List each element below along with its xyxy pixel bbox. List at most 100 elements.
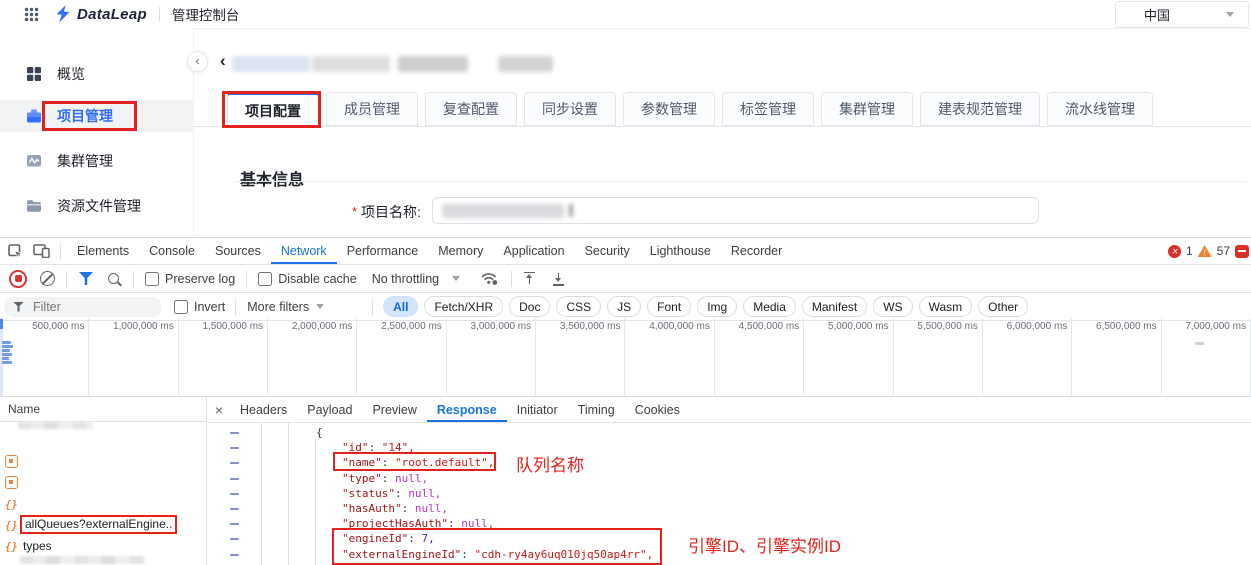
response-tab[interactable]: Timing — [568, 397, 625, 422]
devtools-tab[interactable]: Lighthouse — [640, 238, 721, 264]
request-row[interactable] — [0, 472, 206, 493]
request-row[interactable] — [0, 451, 206, 472]
network-conditions-icon[interactable] — [480, 271, 499, 286]
warning-badge-icon[interactable] — [1197, 245, 1212, 257]
content-tab-label: 标签管理 — [740, 101, 796, 117]
chevron-down-icon[interactable] — [316, 304, 325, 309]
sidebar-item-resource-files[interactable]: 资源文件管理 — [0, 190, 193, 222]
export-har-icon[interactable] — [552, 272, 565, 286]
devtools-tab[interactable]: Performance — [337, 238, 429, 264]
devtools-tab-label: Application — [503, 244, 565, 258]
close-icon[interactable]: × — [208, 397, 230, 422]
sidebar-item-cluster-management[interactable]: 集群管理 — [0, 145, 193, 177]
request-type-pill[interactable]: WS — [873, 296, 913, 317]
request-type-pill[interactable]: All — [383, 296, 419, 317]
request-type-pill[interactable]: Manifest — [801, 296, 868, 317]
content-tab[interactable]: 流水线管理 — [1047, 92, 1153, 126]
content-tab[interactable]: 建表规范管理 — [920, 92, 1040, 126]
timeline-tick: 3,000,000 ms — [447, 318, 537, 396]
import-har-icon[interactable] — [523, 271, 536, 286]
json-value: "14", — [381, 441, 415, 455]
search-icon[interactable] — [108, 273, 119, 284]
content-tab[interactable]: 复查配置 — [425, 92, 517, 126]
app-grid-icon[interactable] — [24, 7, 39, 22]
response-tab[interactable]: Initiator — [507, 397, 568, 422]
issues-badge-icon[interactable] — [1235, 244, 1249, 258]
content-tab[interactable]: 参数管理 — [623, 92, 715, 126]
back-chevron-icon[interactable] — [220, 51, 226, 71]
clear-network-log-button[interactable] — [40, 271, 55, 286]
toolbar-divider — [246, 270, 248, 287]
throttling-select[interactable]: No throttling — [372, 272, 439, 286]
content-tabs: 项目配置 成员管理 复查配置 同步设置 参数管理 标签管理 集群管理 建表规范管… — [227, 92, 1153, 127]
devtools-tab[interactable]: Memory — [428, 238, 493, 264]
content-tab-label: 复查配置 — [443, 101, 499, 117]
network-filterbar: Invert More filters All Fetch/XHR Doc — [0, 293, 1251, 321]
record-network-log-button[interactable] — [9, 269, 27, 288]
devtools-tab[interactable]: Recorder — [721, 238, 792, 264]
invert-filter-checkbox[interactable] — [174, 299, 188, 314]
response-tab[interactable]: Payload — [297, 397, 362, 422]
device-toolbar-icon[interactable] — [33, 244, 50, 258]
sidebar-item-project-management[interactable]: 项目管理 — [0, 100, 193, 132]
brand-logo[interactable]: DataLeap — [55, 5, 147, 23]
devtools-tab[interactable]: Elements — [67, 238, 139, 264]
devtools-tab-label: Sources — [214, 244, 261, 258]
name-column-header[interactable]: Name — [0, 397, 206, 422]
inspect-element-icon[interactable] — [8, 243, 23, 259]
json-value: { — [316, 426, 323, 439]
content-tab[interactable]: 标签管理 — [722, 92, 814, 126]
request-type-pill-label: CSS — [566, 299, 592, 314]
devtools-tab-label: Elements — [77, 244, 130, 258]
request-row[interactable]: types — [0, 535, 206, 556]
content-tab[interactable]: 集群管理 — [821, 92, 913, 126]
response-tab[interactable]: Response — [426, 397, 507, 422]
json-key: "hasAuth" — [342, 501, 402, 515]
network-filter-input[interactable] — [31, 298, 145, 315]
filter-toggle-icon[interactable] — [79, 272, 93, 285]
content-tab[interactable]: 成员管理 — [326, 92, 418, 126]
content-tab[interactable]: 同步设置 — [524, 92, 616, 126]
request-type-pill[interactable]: Img — [697, 296, 738, 317]
network-filter-field[interactable] — [4, 296, 162, 317]
timeline-tick: 4,000,000 ms — [625, 318, 715, 396]
devtools-tab[interactable]: Network — [270, 238, 337, 264]
devtools-tab[interactable]: Security — [575, 238, 640, 264]
project-name-input[interactable] — [432, 197, 1039, 224]
request-row[interactable] — [0, 430, 206, 451]
json-key: "engineId" — [342, 532, 409, 546]
more-filters-button[interactable]: More filters — [247, 300, 309, 314]
content-tab[interactable]: 项目配置 — [227, 92, 319, 127]
json-line: "hasAuth": null, — [208, 501, 1251, 516]
sidebar-item-overview[interactable]: 概览 — [0, 58, 193, 90]
request-type-pill[interactable]: CSS — [556, 296, 602, 317]
response-tab[interactable]: Preview — [362, 397, 426, 422]
chevron-down-icon[interactable] — [452, 276, 461, 281]
region-select[interactable]: 中国 — [1115, 1, 1249, 28]
content-tab-label: 成员管理 — [344, 101, 400, 117]
request-row[interactable] — [0, 493, 206, 514]
request-row[interactable]: allQueues?externalEngine.. — [0, 514, 206, 535]
error-badge-icon[interactable] — [1167, 244, 1181, 258]
json-key: "name" — [342, 456, 382, 470]
devtools-tab[interactable]: Application — [493, 238, 574, 264]
sidebar-collapse-button[interactable] — [187, 51, 208, 72]
request-type-pill[interactable]: Fetch/XHR — [424, 296, 504, 317]
devtools-tab-label: Memory — [438, 244, 484, 258]
request-type-pill[interactable]: Media — [743, 296, 796, 317]
request-type-pill[interactable]: Wasm — [918, 296, 973, 317]
request-type-pill[interactable]: JS — [607, 296, 642, 317]
preserve-log-checkbox[interactable] — [145, 271, 159, 286]
timeline-tick: 3,500,000 ms — [536, 318, 626, 396]
sidebar: 概览 项目管理 集群管理 资源文件管理 — [0, 28, 194, 237]
response-tab[interactable]: Headers — [230, 397, 297, 422]
devtools-tab[interactable]: Console — [139, 238, 205, 264]
devtools-tab[interactable]: Sources — [205, 238, 271, 264]
timeline-tick: 4,500,000 ms — [715, 318, 805, 396]
request-type-pill[interactable]: Doc — [509, 296, 551, 317]
request-type-pill[interactable]: Other — [978, 296, 1029, 317]
request-type-pill[interactable]: Font — [647, 296, 692, 317]
response-tab[interactable]: Cookies — [625, 397, 690, 422]
devtools-tabbar: Elements Console Sources Network Perform… — [0, 238, 1251, 265]
disable-cache-checkbox[interactable] — [258, 271, 273, 286]
